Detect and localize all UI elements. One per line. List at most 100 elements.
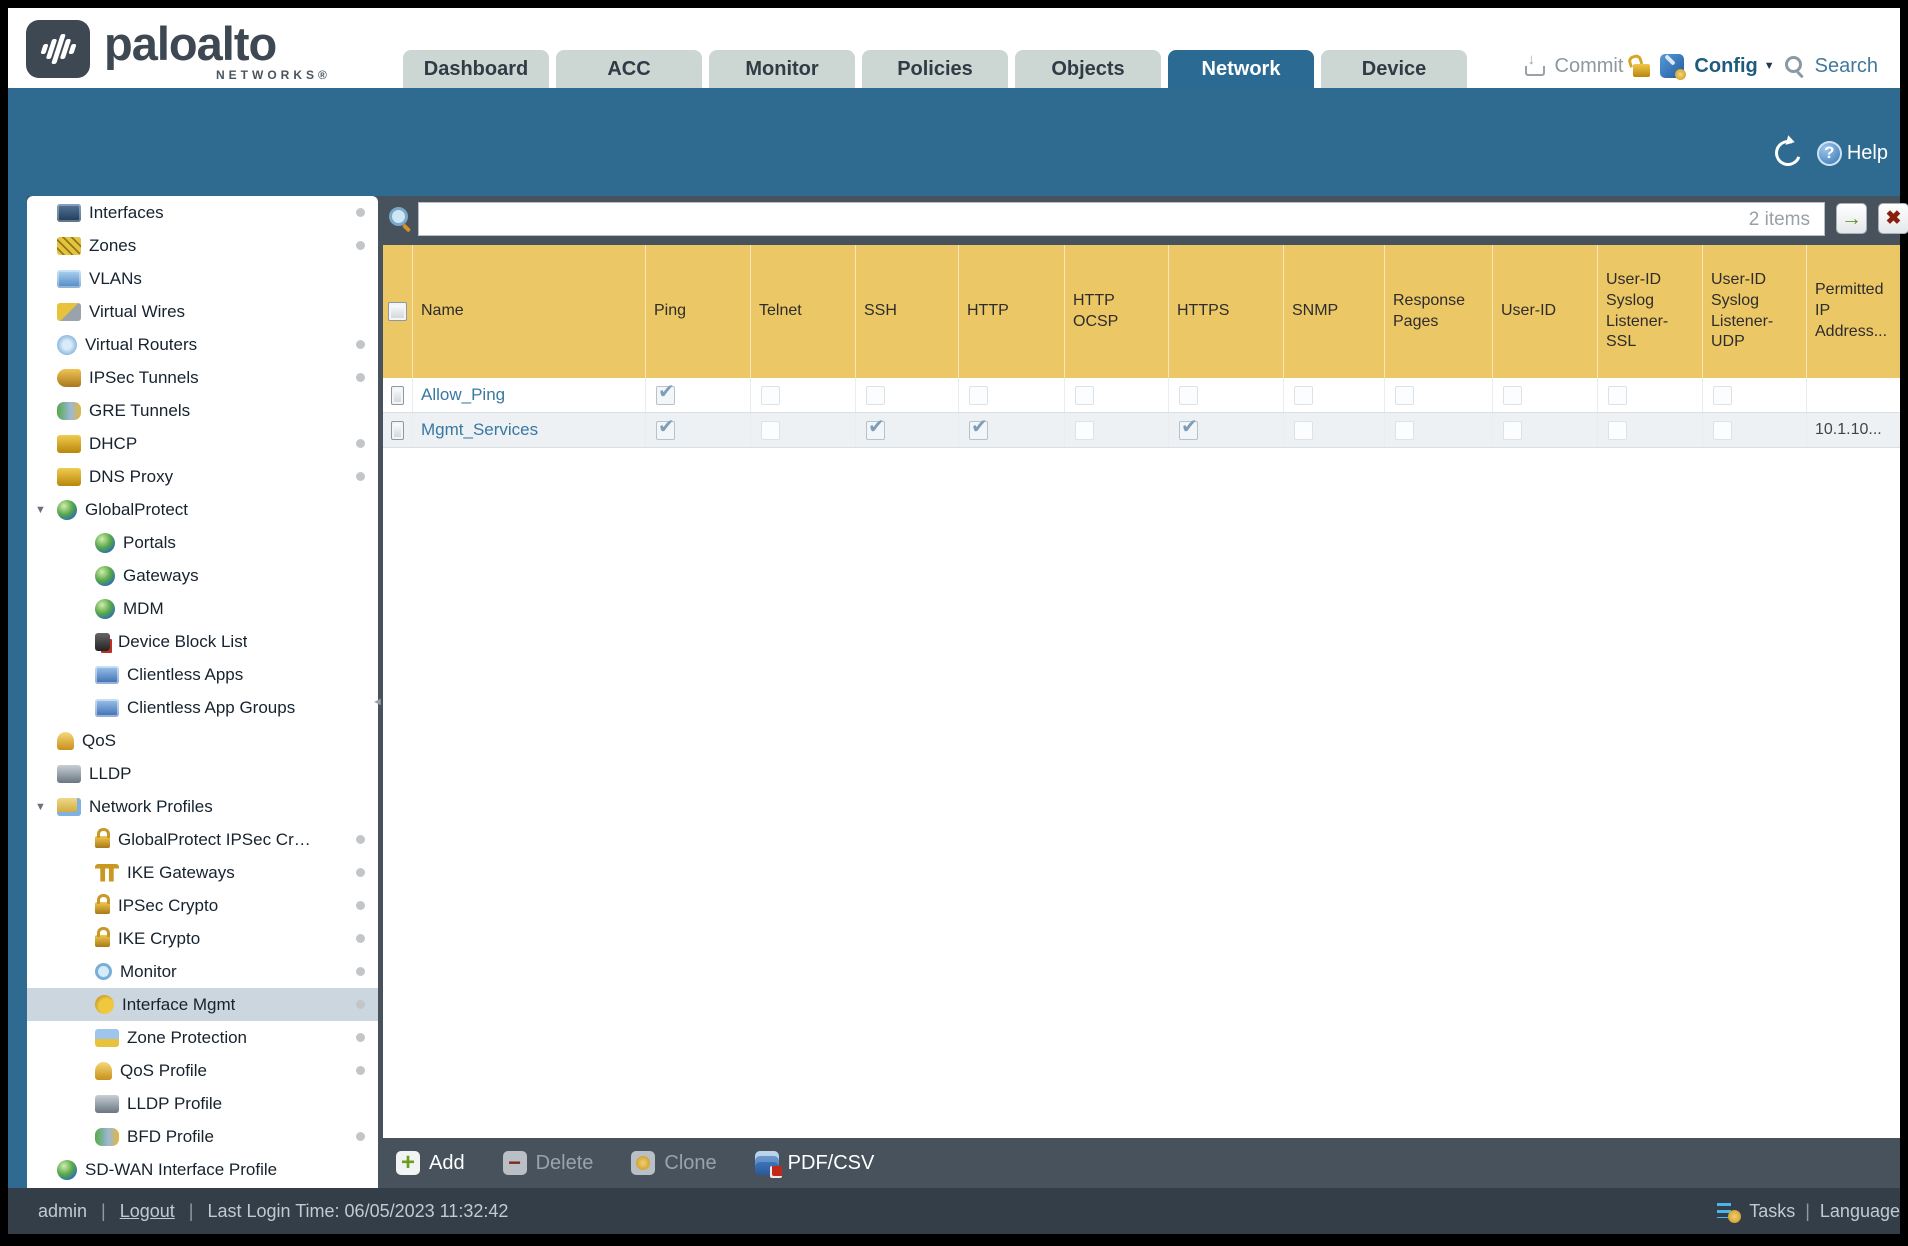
help-button[interactable]: ? Help (1816, 140, 1888, 166)
tab-network[interactable]: Network (1168, 50, 1314, 88)
tab-monitor[interactable]: Monitor (709, 50, 855, 88)
language-button[interactable]: Language (1820, 1201, 1900, 1222)
chevron-down-icon[interactable]: ▼ (1764, 60, 1775, 72)
column-header-ping[interactable]: Ping (646, 245, 751, 378)
tab-dashboard[interactable]: Dashboard (403, 50, 549, 88)
sidebar-item-lldp[interactable]: LLDP (27, 757, 378, 790)
logout-link[interactable]: Logout (120, 1201, 175, 1222)
logged-in-user: admin (38, 1200, 88, 1221)
sidebar-item-vlans[interactable]: VLANs (27, 262, 378, 295)
brand-sub: NETWORKS® (216, 68, 331, 82)
row-checkbox[interactable] (391, 385, 404, 405)
dns-proxy-icon (57, 467, 81, 486)
sidebar-item-label: Virtual Routers (85, 334, 198, 354)
row-options-dot (356, 1033, 365, 1042)
column-header-permitted-ip-address[interactable]: Permitted IP Address... (1807, 245, 1900, 378)
sidebar-item-label: Zones (89, 235, 137, 255)
column-header-name[interactable]: Name (413, 245, 646, 378)
add-button[interactable]: + Add (396, 1149, 465, 1176)
sidebar-item-bfd-profile[interactable]: BFD Profile (27, 1120, 378, 1153)
config-button[interactable]: Config (1694, 55, 1757, 78)
row-options-dot (356, 1132, 365, 1141)
checked-checkbox: ✔ (656, 380, 675, 405)
row-options-dot (356, 1000, 365, 1009)
sidebar-item-interface-mgmt[interactable]: Interface Mgmt (27, 988, 378, 1021)
sidebar-item-network-profiles[interactable]: ▼ Network Profiles (27, 790, 378, 823)
clear-filter-button[interactable]: ✖ (1878, 203, 1908, 234)
row-options-dot (356, 340, 365, 349)
tab-acc[interactable]: ACC (556, 50, 702, 88)
column-header-user-id-syslog-listener-udp[interactable]: User-ID Syslog Listener-UDP (1703, 245, 1807, 378)
column-header-http-ocsp[interactable]: HTTP OCSP (1065, 245, 1169, 378)
clone-button[interactable]: Clone (631, 1151, 717, 1175)
table-row: Mgmt_Services ✔ ✔ ✔ ✔ 10.1.10... (383, 413, 1900, 448)
lock-icon[interactable] (1633, 63, 1651, 77)
column-header-user-id-syslog-listener-ssl[interactable]: User-ID Syslog Listener-SSL (1598, 245, 1703, 378)
separator: | (1805, 1200, 1810, 1221)
sidebar-item-qos[interactable]: QoS (27, 724, 378, 757)
sidebar-item-dns-proxy[interactable]: DNS Proxy (27, 460, 378, 493)
sidebar-item-dhcp[interactable]: DHCP (27, 427, 378, 460)
sidebar-item-zone-protection[interactable]: Zone Protection (27, 1021, 378, 1054)
sidebar-item-gre-tunnels[interactable]: GRE Tunnels (27, 394, 378, 427)
sidebar-item-label: QoS (82, 730, 117, 750)
column-header-ssh[interactable]: SSH (856, 245, 959, 378)
service-cell-http: ✔ (959, 413, 1065, 447)
tab-objects[interactable]: Objects (1015, 50, 1161, 88)
column-header-user-id[interactable]: User-ID (1493, 245, 1598, 378)
refresh-icon[interactable] (1770, 135, 1806, 171)
interfaces-icon (57, 203, 81, 222)
sidebar-item-interfaces[interactable]: Interfaces (27, 196, 378, 229)
sidebar-item-device-block-list[interactable]: Device Block List (27, 625, 378, 658)
tab-device[interactable]: Device (1321, 50, 1467, 88)
sidebar-item-globalprotect[interactable]: ▼ GlobalProtect (27, 493, 378, 526)
sidebar-item-ipsec-tunnels[interactable]: IPSec Tunnels (27, 361, 378, 394)
service-cell-user-id (1493, 413, 1598, 447)
service-cell-response-pages (1385, 378, 1493, 412)
profile-name-link[interactable]: Allow_Ping (421, 385, 505, 405)
filter-bar: 2 items → ✖ (380, 200, 1908, 240)
sidebar-item-gateways[interactable]: Gateways (27, 559, 378, 592)
sidebar-item-qos-profile[interactable]: QoS Profile (27, 1054, 378, 1087)
apply-filter-button[interactable]: → (1836, 203, 1867, 234)
globalprotect-icon (57, 499, 77, 520)
virtual-wires-icon (57, 302, 81, 321)
sidebar-item-clientless-apps[interactable]: Clientless Apps (27, 658, 378, 691)
service-cell-snmp (1284, 413, 1385, 447)
expander-icon[interactable]: ▼ (27, 801, 57, 813)
column-header-snmp[interactable]: SNMP (1284, 245, 1385, 378)
sidebar-item-mdm[interactable]: MDM (27, 592, 378, 625)
expander-icon[interactable]: ▼ (27, 504, 57, 516)
column-header-https[interactable]: HTTPS (1169, 245, 1284, 378)
profile-name-link[interactable]: Mgmt_Services (421, 420, 538, 440)
sidebar-item-lldp-profile[interactable]: LLDP Profile (27, 1087, 378, 1120)
sidebar-item-portals[interactable]: Portals (27, 526, 378, 559)
sidebar-item-ike-gateways[interactable]: IKE Gateways (27, 856, 378, 889)
tab-policies[interactable]: Policies (862, 50, 1008, 88)
commit-button[interactable]: Commit (1555, 55, 1624, 78)
service-cell-http-ocsp (1065, 378, 1169, 412)
qos-icon (57, 731, 74, 750)
sidebar-item-label: Interfaces (89, 202, 164, 222)
column-header-response-pages[interactable]: Response Pages (1385, 245, 1493, 378)
help-label: Help (1846, 141, 1888, 164)
delete-button[interactable]: − Delete (502, 1150, 593, 1175)
sidebar-item-zones[interactable]: Zones (27, 229, 378, 262)
sidebar-item-clientless-app-groups[interactable]: Clientless App Groups (27, 691, 378, 724)
sidebar-item-ike-crypto[interactable]: IKE Crypto (27, 922, 378, 955)
items-count: 2 items (1748, 209, 1810, 230)
sidebar-item-monitor[interactable]: Monitor (27, 955, 378, 988)
column-header-http[interactable]: HTTP (959, 245, 1065, 378)
pdf-csv-button[interactable]: PDF/CSV (754, 1151, 874, 1178)
global-search-button[interactable]: Search (1815, 55, 1878, 78)
sidebar-item-virtual-routers[interactable]: Virtual Routers (27, 328, 378, 361)
sidebar-item-sd-wan-interface-profile[interactable]: SD-WAN Interface Profile (27, 1153, 378, 1186)
filter-input[interactable] (418, 202, 1825, 236)
tasks-button[interactable]: Tasks (1749, 1201, 1795, 1222)
column-header-telnet[interactable]: Telnet (751, 245, 856, 378)
select-all-checkbox[interactable] (388, 302, 407, 321)
sidebar-item-virtual-wires[interactable]: Virtual Wires (27, 295, 378, 328)
row-checkbox[interactable] (391, 420, 404, 440)
sidebar-item-ipsec-crypto[interactable]: IPSec Crypto (27, 889, 378, 922)
sidebar-item-globalprotect-ipsec-crypto[interactable]: GlobalProtect IPSec Crypto (27, 823, 378, 856)
